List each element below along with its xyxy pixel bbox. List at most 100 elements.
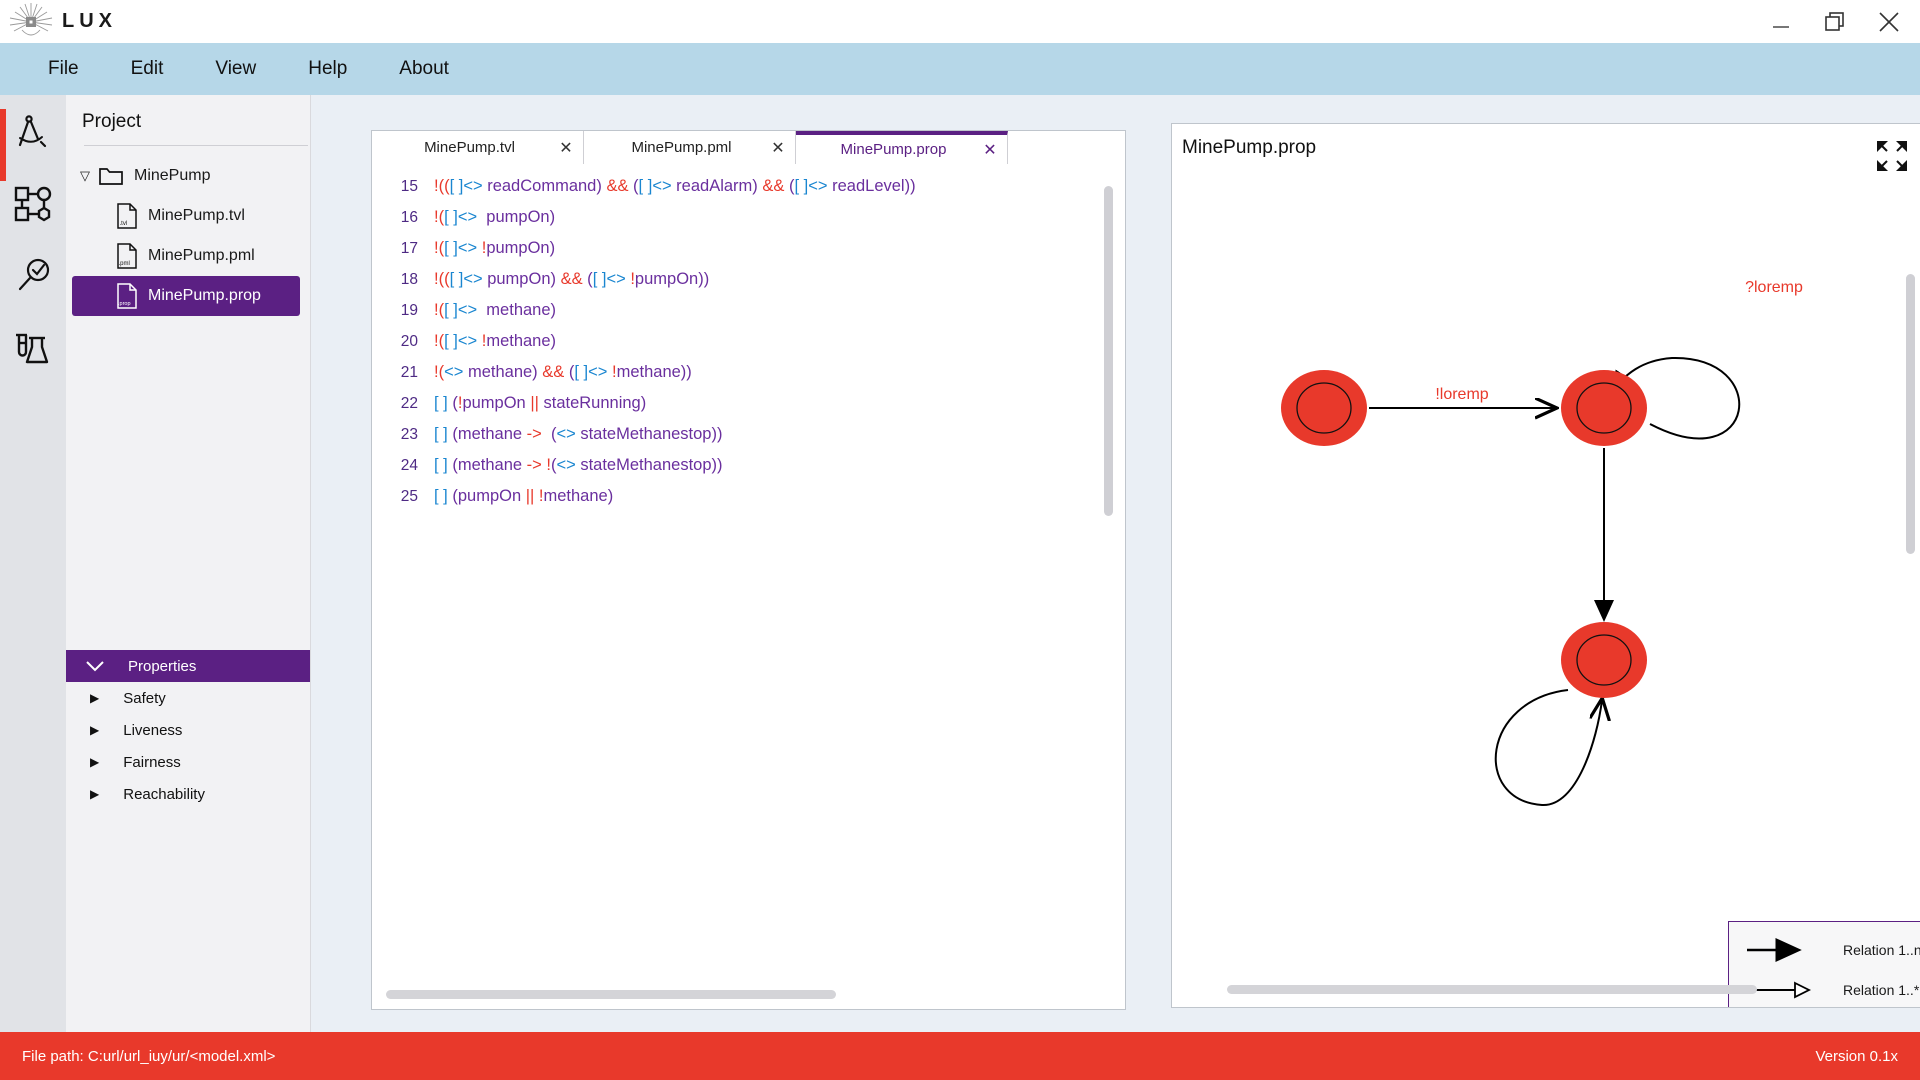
project-divider	[84, 145, 308, 146]
line-number: 17	[400, 239, 418, 257]
svg-text:.prop: .prop	[118, 301, 131, 307]
chevron-right-icon: ▶	[90, 787, 100, 801]
svg-text:.pml: .pml	[119, 261, 130, 267]
diagram-title: MinePump.prop	[1182, 137, 1317, 158]
diagram-canvas[interactable]: !loremp ?loremp Relation 1..n Relation 1…	[1172, 180, 1920, 1007]
code-line: 19 !([ ]<> methane)	[372, 295, 1125, 326]
file-pml-icon: .pml	[117, 243, 137, 269]
line-number: 24	[400, 456, 418, 474]
app-name: LUX	[62, 10, 117, 32]
diagram-vertical-scrollbar[interactable]	[1906, 274, 1915, 554]
code-token: (methane	[447, 425, 527, 443]
diagram-horizontal-scrollbar[interactable]	[1227, 985, 1757, 994]
tab-minepump-tvl[interactable]: MinePump.tvl ✕	[372, 131, 584, 164]
state-node-2[interactable]	[1561, 370, 1647, 446]
close-icon[interactable]: ✕	[973, 140, 1007, 160]
close-icon[interactable]: ✕	[761, 138, 795, 158]
menu-item-help[interactable]: Help	[282, 52, 373, 86]
code-token: !(	[434, 208, 445, 226]
tab-label: MinePump.pml	[631, 139, 732, 156]
code-token: stateMethanestop))	[575, 456, 723, 474]
property-item-safety[interactable]: ▶ Safety	[66, 682, 310, 714]
code-line: 22 [ ] (!pumpOn || stateRunning)	[372, 388, 1125, 419]
code-token: [ ]	[434, 487, 448, 505]
code-text: !([ ]<> !methane)	[434, 332, 556, 351]
state-node-1[interactable]	[1281, 370, 1367, 446]
state-machine-graph: !loremp ?loremp	[1281, 279, 1803, 807]
diagram-legend: Relation 1..n Relation 1..* Relation ..n…	[1728, 921, 1920, 1007]
status-bar: File path: C:url/url_iuy/ur/<model.xml> …	[0, 1032, 1920, 1080]
sun-burst-logo-icon	[9, 2, 53, 35]
code-token: <>	[606, 270, 626, 288]
code-token: [ ]	[444, 239, 458, 257]
tab-minepump-prop[interactable]: MinePump.prop ✕	[796, 131, 1008, 164]
code-token: [ ]	[592, 270, 607, 288]
chevron-down-icon[interactable]: ▽	[80, 168, 98, 184]
title-bar: LUX	[0, 0, 1920, 43]
code-token: readLevel))	[827, 177, 916, 195]
code-editor[interactable]: 15 !(([ ]<> readCommand) && ([ ]<> readAl…	[372, 164, 1125, 977]
app-logo	[0, 2, 62, 42]
graph-nodes-icon[interactable]	[10, 181, 56, 227]
app-window: LUX File Edit View Help About Project ▽ …	[0, 0, 1920, 1080]
code-token: pumpOn))	[634, 270, 710, 288]
menu-item-about[interactable]: About	[373, 52, 475, 86]
property-item-liveness[interactable]: ▶ Liveness	[66, 714, 310, 746]
close-button[interactable]	[1876, 9, 1902, 35]
line-number: 25	[400, 487, 418, 505]
state-node-3[interactable]	[1561, 622, 1647, 698]
properties-section-header[interactable]: Properties	[66, 650, 310, 682]
editor-horizontal-scrollbar[interactable]	[386, 990, 836, 999]
file-tvl-icon: .tvl	[117, 203, 137, 229]
code-token: &&	[606, 177, 629, 195]
line-number: 16	[400, 208, 418, 226]
chevron-right-icon: ▶	[90, 691, 100, 705]
menu-item-file[interactable]: File	[22, 52, 105, 86]
code-token: !(	[434, 239, 445, 257]
expand-fullscreen-icon[interactable]	[1875, 139, 1909, 173]
flask-beaker-icon[interactable]	[10, 325, 56, 371]
property-item-label: Reachability	[123, 785, 205, 803]
tree-item-minepump-folder[interactable]: ▽ MinePump	[72, 156, 310, 196]
code-token: [ ]	[444, 208, 458, 226]
line-number: 21	[400, 363, 418, 381]
legend-item-relation-1-star: Relation 1..*	[1843, 982, 1919, 998]
code-token: <>	[463, 270, 483, 288]
code-line: 25 [ ] (pumpOn || !methane)	[372, 481, 1125, 512]
legend-label: Relation 1..n	[1843, 942, 1920, 958]
status-version: Version 0.1x	[1815, 1047, 1898, 1065]
window-controls	[1768, 0, 1902, 43]
line-number: 23	[400, 425, 418, 443]
code-text: !([ ]<> pumpOn)	[434, 208, 555, 227]
code-text: !(<> methane) && ([ ]<> !methane))	[434, 363, 692, 382]
code-token: [ ]	[444, 332, 458, 350]
code-text: [ ] (pumpOn || !methane)	[434, 487, 613, 506]
body-region: Project ▽ MinePump .tvl MinePump.tvl .pm…	[0, 95, 1920, 1032]
tree-item-minepump-tvl[interactable]: .tvl MinePump.tvl	[72, 196, 310, 236]
code-token: <>	[444, 363, 464, 381]
code-token: [ ]	[449, 177, 464, 195]
line-number: 15	[400, 177, 418, 195]
code-token: !(	[434, 332, 445, 350]
editor-vertical-scrollbar[interactable]	[1104, 186, 1113, 516]
tree-item-minepump-pml[interactable]: .pml MinePump.pml	[72, 236, 310, 276]
code-line: 21 !(<> methane) && ([ ]<> !methane))	[372, 357, 1125, 388]
menu-item-view[interactable]: View	[189, 52, 282, 86]
chevron-right-icon: ▶	[90, 723, 100, 737]
code-token: <>	[556, 425, 576, 443]
code-token: [ ]	[434, 425, 448, 443]
folder-icon	[99, 168, 123, 185]
tab-minepump-pml[interactable]: MinePump.pml ✕	[584, 131, 796, 164]
tree-item-minepump-prop[interactable]: .prop MinePump.prop	[72, 276, 300, 316]
menu-item-edit[interactable]: Edit	[105, 52, 190, 86]
magnifier-check-icon[interactable]	[10, 253, 56, 299]
property-item-fairness[interactable]: ▶ Fairness	[66, 746, 310, 778]
property-item-reachability[interactable]: ▶ Reachability	[66, 778, 310, 810]
chevron-down-icon	[86, 661, 104, 672]
compass-draft-icon[interactable]	[10, 109, 56, 155]
maximize-restore-button[interactable]	[1822, 9, 1848, 35]
close-icon[interactable]: ✕	[549, 138, 583, 158]
code-token: methane)	[463, 363, 543, 381]
diagram-panel: MinePump.prop !loremp ?loremp Relation 1…	[1171, 123, 1920, 1008]
minimize-button[interactable]	[1768, 9, 1794, 35]
